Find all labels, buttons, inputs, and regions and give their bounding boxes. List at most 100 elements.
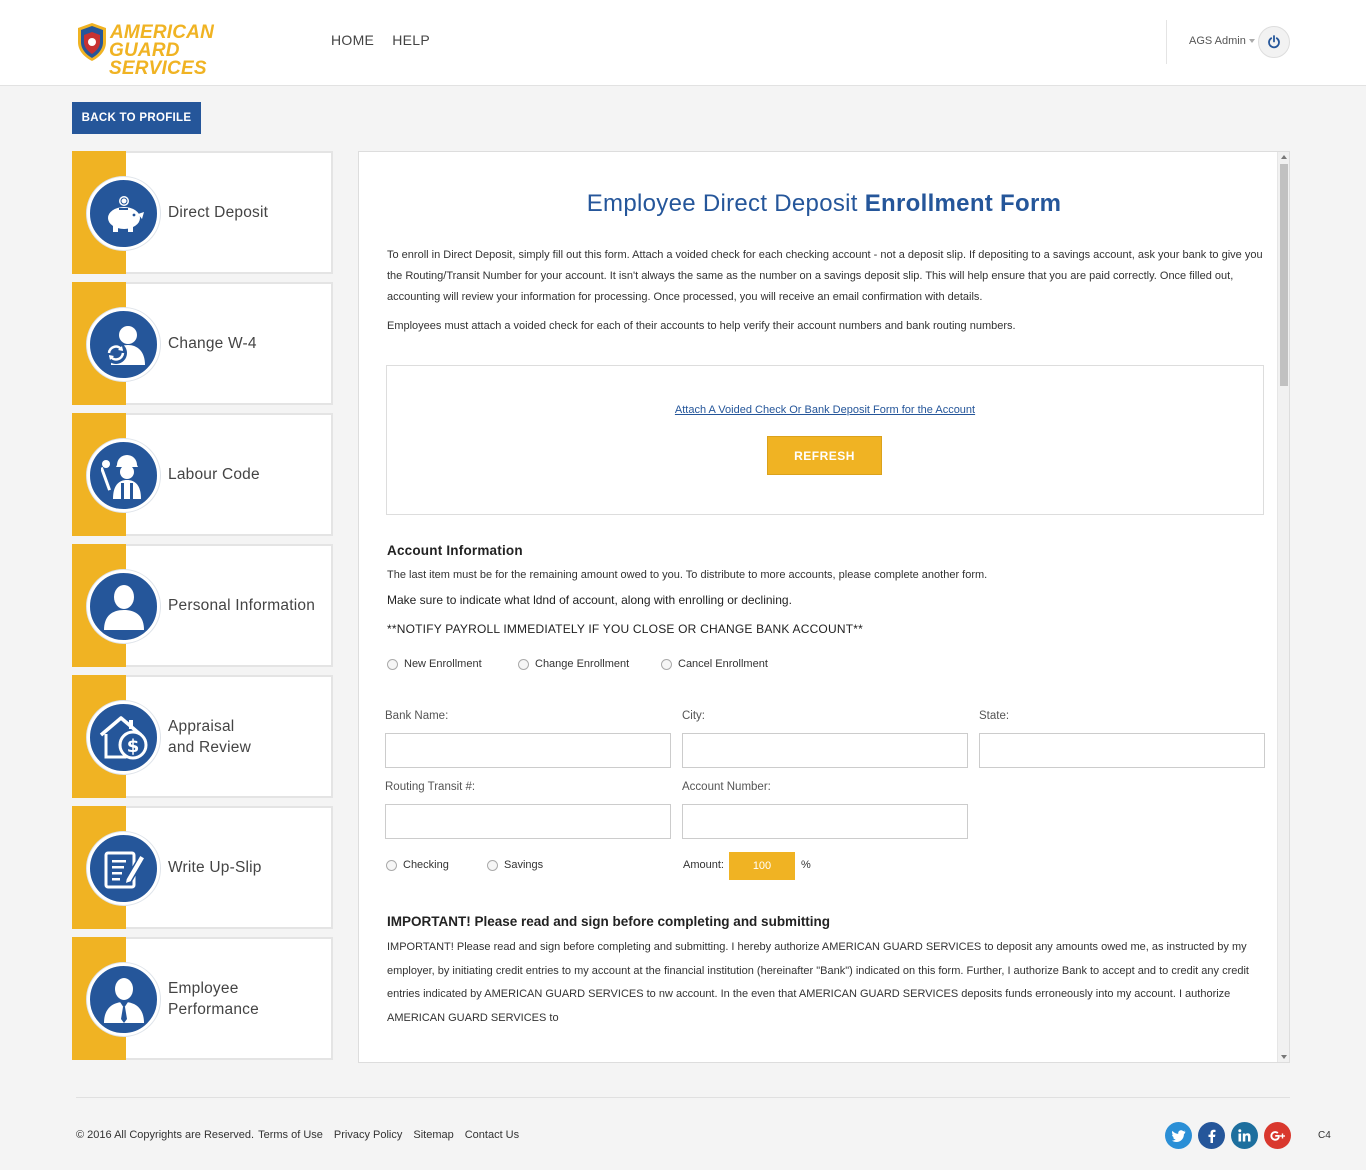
sidebar-item-direct-deposit[interactable]: Direct Deposit [72, 151, 333, 274]
sidebar-item-label: Appraisal and Review [168, 677, 251, 796]
piggy-bank-icon [107, 195, 144, 232]
radio-change-enrollment[interactable]: Change Enrollment [518, 658, 629, 670]
important-title: IMPORTANT! Please read and sign before c… [387, 914, 831, 929]
radio-checking[interactable]: Checking [386, 859, 449, 871]
icon-circle [87, 570, 160, 643]
intro-text-2: Employees must attach a voided check for… [387, 320, 1016, 332]
footer-link-privacy[interactable]: Privacy Policy [334, 1129, 402, 1141]
radio-savings[interactable]: Savings [487, 859, 543, 871]
sidebar-item-employee-performance[interactable]: Employee Performance [72, 937, 333, 1060]
bank-name-input[interactable] [385, 733, 671, 768]
icon-circle [87, 832, 160, 905]
top-header: AMERICAN GUARD SERVICES HOME HELP AGS Ad… [0, 0, 1366, 86]
sidebar-item-label-line1: Employee [168, 979, 239, 997]
icon-circle [87, 439, 160, 512]
footer-link-contact[interactable]: Contact Us [465, 1129, 519, 1141]
sidebar-item-labour-code[interactable]: Labour Code [72, 413, 333, 536]
city-label: City: [682, 710, 705, 722]
account-notify: **NOTIFY PAYROLL IMMEDIATELY IF YOU CLOS… [387, 622, 863, 636]
account-number-label: Account Number: [682, 781, 771, 793]
radio-circle[interactable] [387, 658, 398, 670]
svg-text:$: $ [126, 736, 139, 757]
social-links [1165, 1122, 1291, 1149]
radio-label: Checking [403, 859, 449, 871]
back-to-profile-button[interactable]: BACK TO PROFILE [72, 102, 201, 134]
main-nav: HOME HELP [331, 32, 430, 48]
user-name: AGS Admin [1189, 35, 1246, 47]
state-label: State: [979, 710, 1010, 722]
refresh-button[interactable]: REFRESH [767, 436, 882, 475]
bank-name-label: Bank Name: [385, 710, 449, 722]
icon-circle [87, 177, 160, 250]
account-info-note: Make sure to indicate what ldnd of accou… [387, 593, 792, 607]
account-info-desc: The last item must be for the remaining … [387, 569, 988, 581]
sidebar-item-change-w4[interactable]: Change W-4 [72, 282, 333, 405]
header-divider [1166, 20, 1167, 64]
build-code: C4 [1318, 1130, 1331, 1141]
scroll-up-icon[interactable] [1281, 155, 1287, 159]
user-menu[interactable]: AGS Admin [1189, 35, 1255, 47]
sidebar-item-label-line2: and Review [168, 738, 251, 756]
icon-circle [87, 963, 160, 1036]
linkedin-icon[interactable] [1231, 1122, 1258, 1149]
radio-circle[interactable] [518, 658, 529, 670]
nav-help[interactable]: HELP [392, 32, 430, 48]
icon-circle: $ [87, 701, 160, 774]
attach-voided-check-link[interactable]: Attach A Voided Check Or Bank Deposit Fo… [387, 404, 1263, 416]
nav-home[interactable]: HOME [331, 32, 374, 48]
sidebar-item-appraisal-review[interactable]: $ Appraisal and Review [72, 675, 333, 798]
form-title-light: Employee Direct Deposit [586, 190, 865, 217]
radio-label: Change Enrollment [535, 658, 630, 670]
radio-circle[interactable] [487, 859, 498, 871]
power-icon [1268, 35, 1280, 49]
sidebar-item-write-up-slip[interactable]: Write Up-Slip [72, 806, 333, 929]
radio-circle[interactable] [386, 859, 397, 871]
footer-link-terms[interactable]: Terms of Use [258, 1129, 323, 1141]
sidebar-item-label-line1: Appraisal [168, 717, 235, 735]
routing-input[interactable] [385, 804, 671, 839]
scroll-down-icon[interactable] [1281, 1055, 1287, 1059]
city-input[interactable] [682, 733, 968, 768]
panel-scrollbar[interactable] [1277, 152, 1289, 1062]
logout-button[interactable] [1258, 26, 1290, 58]
shield-logo-icon [78, 23, 106, 61]
intro-text: To enroll in Direct Deposit, simply fill… [387, 249, 1263, 303]
footer-divider [76, 1097, 1290, 1098]
sidebar-item-label: Employee Performance [168, 939, 259, 1058]
google-plus-icon[interactable] [1264, 1122, 1291, 1149]
sidebar-item-label: Personal Information [168, 597, 316, 614]
radio-label: Cancel Enrollment [678, 658, 768, 670]
state-input[interactable] [979, 733, 1265, 768]
account-number-input[interactable] [682, 804, 968, 839]
document-edit-icon [104, 851, 146, 888]
sidebar-item-personal-information[interactable]: Personal Information [72, 544, 333, 667]
enrollment-form-panel: Employee Direct Deposit Enrollment Form … [358, 151, 1290, 1063]
radio-cancel-enrollment[interactable]: Cancel Enrollment [661, 658, 768, 670]
routing-label: Routing Transit #: [385, 781, 476, 793]
radio-circle[interactable] [661, 658, 672, 670]
worker-icon [100, 454, 141, 499]
amount-input[interactable]: 100 [729, 852, 795, 880]
footer-links: © 2016 All Copyrights are Reserved. Term… [76, 1129, 519, 1141]
logo[interactable]: AMERICAN GUARD SERVICES [76, 22, 276, 78]
radio-label: Savings [504, 859, 544, 871]
sidebar: Direct Deposit Change W-4 Labour Code Pe… [72, 151, 333, 1068]
house-dollar-icon: $ [99, 715, 147, 759]
important-text: IMPORTANT! Please read and sign before c… [387, 941, 1249, 1024]
sidebar-item-label: Labour Code [168, 466, 260, 483]
amount-unit: % [801, 859, 811, 871]
facebook-icon[interactable] [1198, 1122, 1225, 1149]
businessman-icon [103, 977, 144, 1023]
attach-box: Attach A Voided Check Or Bank Deposit Fo… [386, 365, 1264, 515]
footer-link-sitemap[interactable]: Sitemap [413, 1129, 453, 1141]
user-icon [103, 584, 144, 630]
amount-label: Amount: [683, 859, 724, 871]
sidebar-item-label: Direct Deposit [168, 204, 269, 221]
sidebar-item-label: Change W-4 [168, 335, 257, 352]
radio-new-enrollment[interactable]: New Enrollment [387, 658, 482, 670]
logo-line2: GUARD SERVICES [109, 40, 207, 79]
sidebar-item-label-line2: Performance [168, 1000, 259, 1018]
twitter-icon[interactable] [1165, 1122, 1192, 1149]
radio-label: New Enrollment [404, 658, 482, 670]
account-info-title: Account Information [387, 543, 523, 558]
